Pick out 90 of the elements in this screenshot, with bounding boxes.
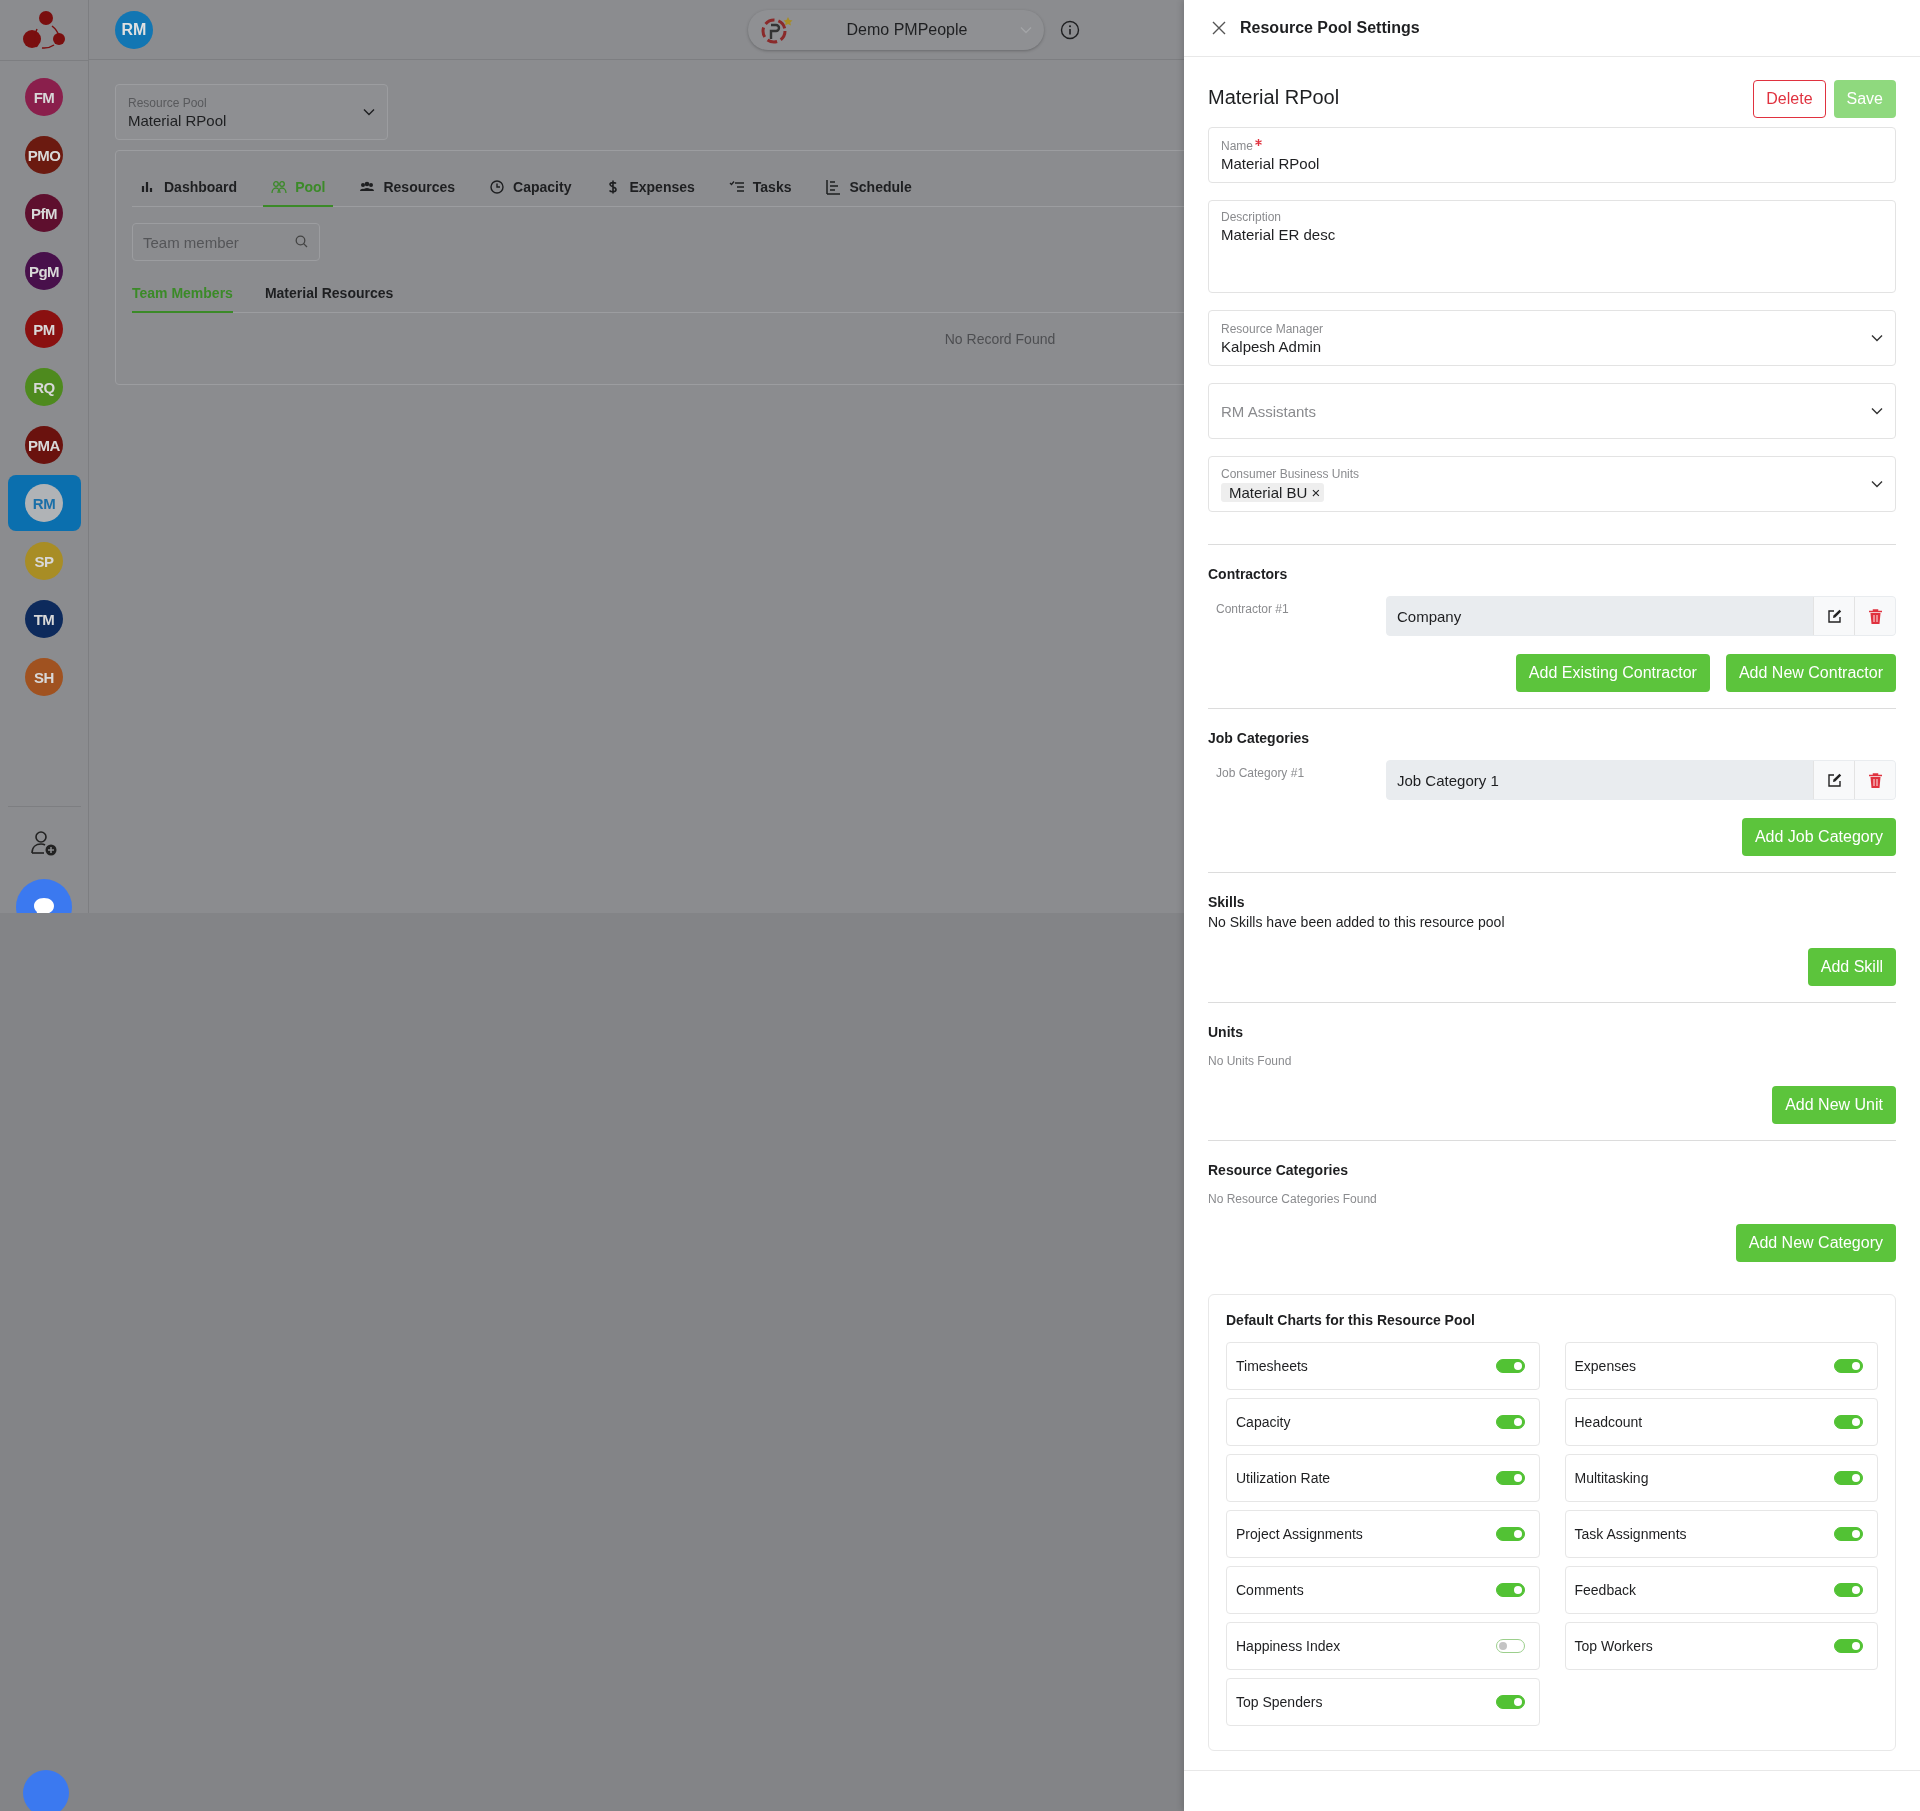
pool-heading: Material RPool xyxy=(1208,86,1340,109)
sidebar-module-item[interactable]: PMA xyxy=(7,417,81,473)
select-field[interactable]: Resource Manager Kalpesh Admin xyxy=(1208,310,1896,366)
sidebar-module-item[interactable]: PgM xyxy=(7,243,81,299)
toggle-label: Comments xyxy=(1236,1582,1304,1598)
chat-bubble-icon xyxy=(32,896,56,913)
sidebar-module-item[interactable]: TM xyxy=(7,591,81,647)
name-field[interactable]: Name Material RPool xyxy=(1208,127,1896,183)
nav-tab[interactable]: Schedule xyxy=(817,169,920,207)
toggle-label: Utilization Rate xyxy=(1236,1470,1331,1486)
sub-tab[interactable]: Material Resources xyxy=(264,275,394,313)
checklist-icon xyxy=(728,179,745,195)
multiselect-field[interactable]: Consumer Business Units Material BU × xyxy=(1208,456,1896,512)
close-icon[interactable] xyxy=(1212,21,1226,35)
sidebar-module-item[interactable]: PM xyxy=(7,301,81,357)
edit-icon xyxy=(1826,772,1842,788)
toggle-label: Happiness Index xyxy=(1236,1638,1341,1654)
schedule-icon xyxy=(825,179,842,195)
section-message: No Skills have been added to this resource pool xyxy=(1208,914,1506,930)
sidebar-module-item[interactable]: PMO xyxy=(7,127,81,183)
item-value: Job Category 1 xyxy=(1396,770,1500,791)
toggle-switch[interactable] xyxy=(1495,1695,1525,1709)
toggle-label: Timesheets xyxy=(1236,1358,1308,1374)
workspace-selector[interactable]: Demo PMPeople xyxy=(748,9,1044,50)
toggle-switch[interactable] xyxy=(1834,1359,1863,1373)
section-title: Units xyxy=(1208,1024,1244,1040)
clock-icon xyxy=(489,179,506,195)
user-avatar[interactable]: RM xyxy=(115,10,153,49)
description-field[interactable]: Description Material ER desc xyxy=(1208,200,1896,293)
toggle-switch[interactable] xyxy=(1495,1639,1525,1653)
toggle-label: Headcount xyxy=(1574,1414,1643,1430)
nav-tab[interactable]: Dashboard xyxy=(132,169,246,207)
chevron-down-icon xyxy=(1871,334,1883,342)
toggle-switch[interactable] xyxy=(1495,1359,1525,1373)
add-user-icon[interactable] xyxy=(30,829,58,857)
edit-icon xyxy=(1826,608,1842,624)
charts-title: Default Charts for this Resource Pool xyxy=(1226,1312,1476,1328)
chevron-down-icon xyxy=(363,108,375,116)
sidebar-module-item[interactable]: RM xyxy=(7,475,81,531)
toggle-label: Top Workers xyxy=(1574,1638,1653,1654)
toggle-label: Expenses xyxy=(1574,1358,1636,1374)
delete-item-button[interactable] xyxy=(1854,597,1895,635)
empty-message: No Resource Categories Found xyxy=(1208,1192,1378,1206)
toggle-switch[interactable] xyxy=(1834,1415,1863,1429)
search-icon xyxy=(295,235,308,248)
nav-tab[interactable]: Expenses xyxy=(597,169,703,207)
toggle-switch[interactable] xyxy=(1495,1583,1525,1597)
info-icon[interactable] xyxy=(1060,19,1080,40)
nav-tab[interactable]: Capacity xyxy=(481,169,580,207)
app-logo-icon[interactable] xyxy=(21,9,67,51)
nav-tab[interactable]: Tasks xyxy=(720,169,800,207)
sidebar-module-item[interactable]: SH xyxy=(7,649,81,705)
empty-message: No Units Found xyxy=(1208,1054,1293,1068)
toggle-switch[interactable] xyxy=(1834,1639,1863,1653)
people-icon xyxy=(271,179,288,195)
chevron-down-icon xyxy=(1871,480,1883,488)
trash-icon xyxy=(1868,772,1882,788)
select-field[interactable]: RM Assistants xyxy=(1208,383,1896,439)
toggle-switch[interactable] xyxy=(1495,1415,1525,1429)
section-title: Resource Categories xyxy=(1208,1162,1350,1178)
section-title: Contractors xyxy=(1208,566,1289,582)
toggle-label: Task Assignments xyxy=(1574,1526,1687,1542)
toggle-switch[interactable] xyxy=(1495,1527,1525,1541)
toggle-switch[interactable] xyxy=(1495,1471,1525,1485)
sidebar-module-item[interactable]: FM xyxy=(7,69,81,125)
panel-title: Resource Pool Settings xyxy=(1240,19,1420,37)
sidebar-module-item[interactable]: PfM xyxy=(7,185,81,241)
tag-chip[interactable]: Material BU × xyxy=(1221,482,1325,502)
toggle-switch[interactable] xyxy=(1834,1527,1863,1541)
toggle-switch[interactable] xyxy=(1834,1583,1863,1597)
chevron-down-icon xyxy=(1871,407,1883,415)
item-label: Contractor #1 xyxy=(1215,601,1290,616)
delete-item-button[interactable] xyxy=(1854,761,1895,799)
item-value: Company xyxy=(1396,606,1463,627)
edit-button[interactable] xyxy=(1813,761,1854,799)
toggle-label: Feedback xyxy=(1574,1582,1636,1598)
nav-tab[interactable]: Resources xyxy=(351,169,464,207)
toggle-label: Project Assignments xyxy=(1236,1526,1363,1542)
section-title: Job Categories xyxy=(1208,730,1311,746)
toggle-switch[interactable] xyxy=(1834,1471,1863,1485)
toggle-label: Multitasking xyxy=(1574,1470,1649,1486)
empty-message: No Record Found xyxy=(944,331,1056,347)
toggle-label: Top Spenders xyxy=(1236,1694,1323,1710)
trash-icon xyxy=(1868,608,1882,624)
sidebar-module-item[interactable]: RQ xyxy=(7,359,81,415)
toggle-label: Capacity xyxy=(1236,1414,1291,1430)
item-label: Job Category #1 xyxy=(1215,765,1306,780)
section-title: Skills xyxy=(1208,894,1246,910)
delete-button[interactable]: Delete xyxy=(1753,80,1826,118)
edit-button[interactable] xyxy=(1813,597,1854,635)
